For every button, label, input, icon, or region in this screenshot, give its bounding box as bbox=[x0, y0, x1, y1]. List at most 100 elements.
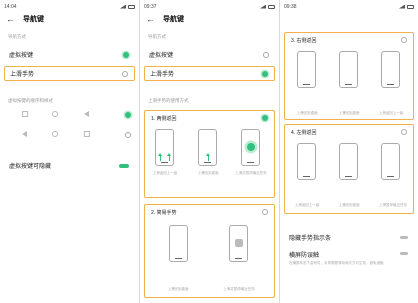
option-label: 上滑手势 bbox=[10, 72, 35, 78]
phone-illustration bbox=[381, 143, 400, 180]
phone-illustration bbox=[241, 129, 260, 166]
option-label: 虚拟按键 bbox=[9, 53, 34, 59]
status-time: 09:37 bbox=[144, 3, 157, 10]
gesture-bar bbox=[204, 162, 211, 163]
back-arrow-icon[interactable]: ← bbox=[6, 14, 16, 24]
caption: 上滑返回上一级 bbox=[152, 171, 178, 175]
key-order-row-1[interactable] bbox=[12, 110, 131, 118]
page-title: 导航键 bbox=[163, 16, 184, 23]
caption: 上滑返回上一级 bbox=[294, 203, 320, 207]
page-header: ← 导航键 bbox=[140, 12, 279, 26]
phone-illustration bbox=[381, 51, 400, 88]
landscape-mistouch-row[interactable]: 横屏防误触 在横屏状态下游戏时，手势需要滑动两次方可生效，避免误触 bbox=[284, 250, 414, 274]
card-title: 4. 左侧返回 bbox=[291, 130, 317, 136]
radio-unselected-icon[interactable] bbox=[401, 37, 407, 43]
gesture-bar bbox=[387, 176, 394, 177]
nav-mode-label: 导航方式 bbox=[8, 34, 26, 39]
hide-indicator-row[interactable]: 隐藏手势指示条 bbox=[284, 230, 414, 244]
hold-dot-icon bbox=[247, 143, 255, 151]
option-swipe-gesture[interactable]: 上滑手势 bbox=[144, 66, 275, 81]
status-time: 09:38 bbox=[284, 3, 297, 10]
radio-unselected-icon[interactable] bbox=[401, 129, 407, 135]
caption: 上滑暂停最近任务 bbox=[379, 203, 407, 207]
battery-icon bbox=[407, 4, 414, 9]
screen-nav-keys-2: 09:37 ← 导航键 导航方式 虚拟按键 上滑手势 上滑手势的使用方式 1. … bbox=[140, 0, 279, 303]
option-virtual-keys[interactable]: 虚拟按键 bbox=[144, 47, 275, 62]
caption: 上滑并暂停最近任务 bbox=[223, 287, 255, 291]
signal-icon bbox=[399, 4, 405, 9]
gesture-card-both-sides[interactable]: 1. 两侧返回 上滑返回上一级 上滑回到桌面 上滑并暂停最近任务 bbox=[144, 110, 275, 198]
radio-selected-icon[interactable] bbox=[125, 111, 131, 118]
key-order-row-2[interactable] bbox=[12, 130, 131, 138]
phone-illustration bbox=[297, 143, 316, 180]
back-arrow-icon[interactable]: ← bbox=[146, 14, 156, 24]
circle-icon bbox=[52, 111, 58, 117]
up-arrow-icon bbox=[167, 153, 171, 161]
hold-dot-icon bbox=[235, 239, 243, 247]
caption: 上滑回到桌面 bbox=[338, 203, 360, 207]
phone-illustration bbox=[169, 225, 188, 262]
phone-illustration bbox=[297, 51, 316, 88]
card-title: 1. 两侧返回 bbox=[151, 116, 177, 122]
hide-indicator-toggle[interactable] bbox=[400, 235, 408, 239]
caption: 上滑回到桌面 bbox=[167, 287, 189, 291]
caption: 上滑回到桌面 bbox=[338, 111, 360, 115]
phone-illustration bbox=[155, 129, 174, 166]
radio-selected-icon[interactable] bbox=[262, 115, 268, 121]
phone-illustration bbox=[339, 51, 358, 88]
radio-selected-icon[interactable] bbox=[262, 70, 268, 77]
mistouch-label: 横屏防误触 bbox=[289, 253, 320, 259]
hide-keys-label: 虚拟按键可隐藏 bbox=[9, 164, 52, 170]
status-bar: 14:04 bbox=[4, 2, 135, 11]
gesture-card-left-side[interactable]: 4. 左侧返回 上滑返回上一级 上滑回到桌面 上滑暂停最近任务 bbox=[284, 124, 414, 214]
gesture-bar bbox=[345, 84, 352, 85]
status-bar: 09:37 bbox=[144, 2, 275, 11]
key-order-options bbox=[12, 110, 131, 150]
phone-illustration bbox=[339, 143, 358, 180]
radio-unselected-icon[interactable] bbox=[262, 209, 268, 215]
gesture-bar bbox=[303, 84, 310, 85]
hide-keys-row[interactable]: 虚拟按键可隐藏 bbox=[4, 158, 135, 173]
gesture-bar bbox=[303, 176, 310, 177]
triangle-back-icon bbox=[22, 131, 27, 137]
caption: 上滑回到桌面 bbox=[197, 171, 219, 175]
circle-icon bbox=[52, 131, 58, 137]
square-icon bbox=[84, 131, 90, 137]
signal-icon bbox=[260, 4, 266, 9]
gesture-card-right-side[interactable]: 3. 右侧返回 上滑回到桌面 上滑回到桌面 上滑返回上一级 bbox=[284, 32, 414, 120]
up-arrow-icon bbox=[158, 153, 162, 161]
phone-illustration bbox=[198, 129, 217, 166]
mistouch-toggle[interactable] bbox=[400, 252, 408, 255]
radio-unselected-icon[interactable] bbox=[122, 70, 128, 77]
hide-keys-toggle[interactable] bbox=[119, 163, 129, 168]
mistouch-description: 在横屏状态下游戏时，手势需要滑动两次方可生效，避免误触 bbox=[289, 261, 384, 265]
radio-unselected-icon[interactable] bbox=[125, 131, 131, 138]
option-label: 上滑手势 bbox=[150, 72, 175, 78]
caption: 上滑回到桌面 bbox=[296, 111, 318, 115]
gesture-bar bbox=[345, 176, 352, 177]
up-arrow-icon bbox=[206, 153, 210, 161]
radio-selected-icon[interactable] bbox=[123, 51, 129, 58]
page-header: ← 导航键 bbox=[0, 12, 139, 26]
signal-icon bbox=[120, 4, 126, 9]
gesture-bar bbox=[175, 258, 182, 259]
radio-unselected-icon[interactable] bbox=[263, 51, 269, 58]
mistouch-text: 横屏防误触 在横屏状态下游戏时，手势需要滑动两次方可生效，避免误触 bbox=[289, 250, 385, 266]
battery-icon bbox=[128, 4, 135, 9]
option-label: 虚拟按键 bbox=[149, 53, 174, 59]
screen-nav-keys-1: 14:04 ← 导航键 导航方式 虚拟按键 上滑手势 虚拟按键的顺序和样式 虚拟… bbox=[0, 0, 139, 303]
gesture-card-simple[interactable]: 2. 简易手势 上滑回到桌面 上滑并暂停最近任务 bbox=[144, 204, 275, 298]
key-order-label: 虚拟按键的顺序和样式 bbox=[8, 98, 53, 103]
page-title: 导航键 bbox=[23, 16, 44, 23]
card-title: 2. 简易手势 bbox=[151, 210, 177, 216]
gesture-bar bbox=[235, 258, 242, 259]
hide-indicator-label: 隐藏手势指示条 bbox=[289, 235, 332, 242]
card-title: 3. 右侧返回 bbox=[291, 38, 317, 44]
option-virtual-keys[interactable]: 虚拟按键 bbox=[4, 47, 135, 62]
screen-nav-keys-3: 09:38 3. 右侧返回 上滑回到桌面 上滑回到桌面 上滑返回上一级 4. 左… bbox=[280, 0, 418, 303]
gesture-bar bbox=[161, 162, 168, 163]
gesture-bar bbox=[387, 84, 394, 85]
option-swipe-gesture[interactable]: 上滑手势 bbox=[4, 66, 135, 81]
battery-icon bbox=[268, 4, 275, 9]
caption: 上滑返回上一级 bbox=[378, 111, 404, 115]
